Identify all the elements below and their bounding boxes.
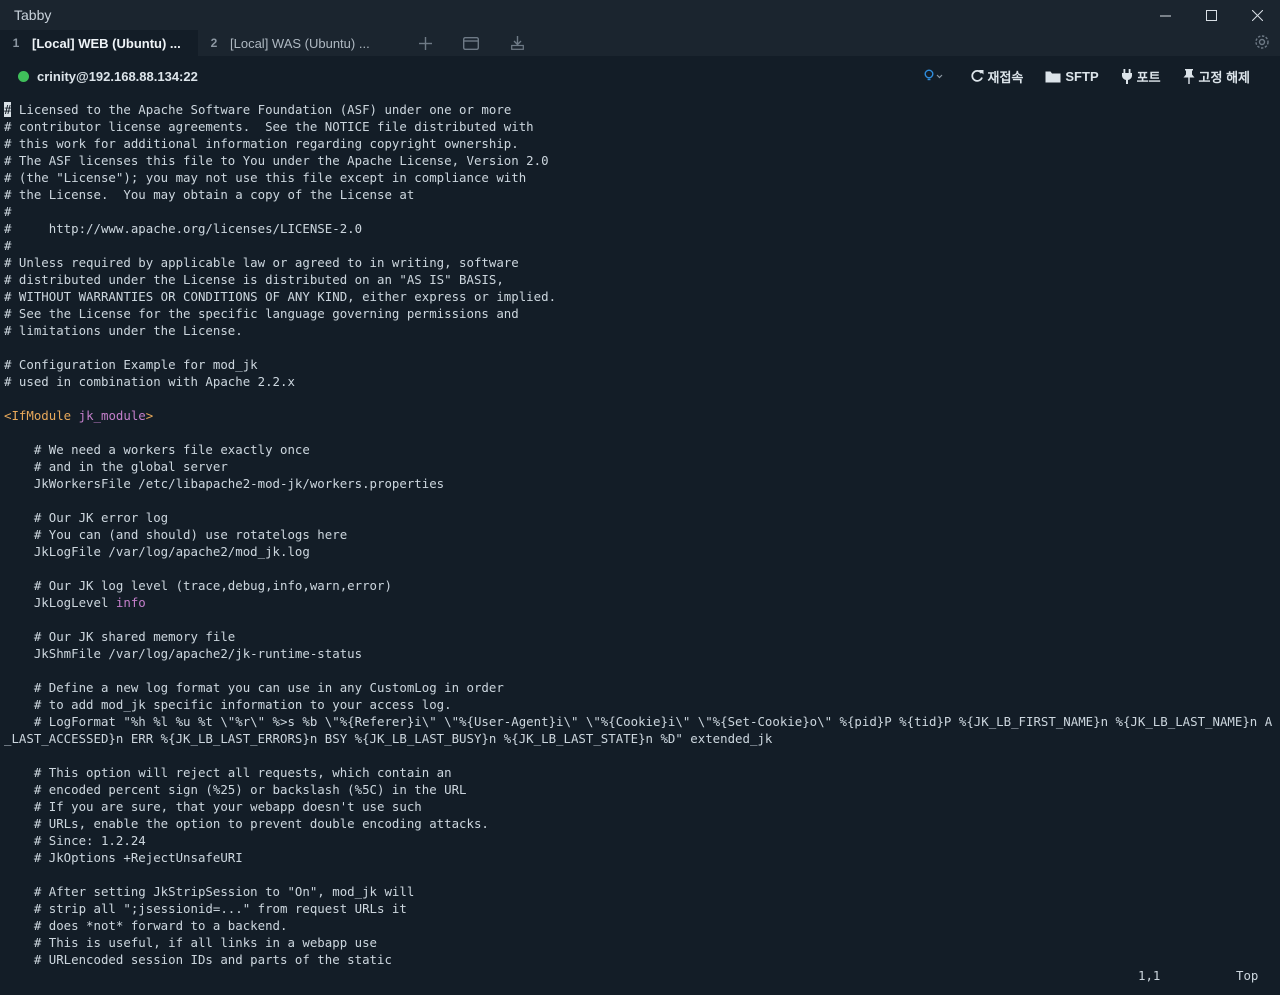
close-button[interactable] xyxy=(1234,0,1280,30)
terminal-line: # This is useful, if all links in a weba… xyxy=(4,935,377,950)
tab-web[interactable]: 1 [Local] WEB (Ubuntu) ... xyxy=(0,30,198,56)
terminal-line: # Our JK error log xyxy=(4,510,169,525)
terminal-line: # After setting JkStripSession to "On", … xyxy=(4,884,415,899)
terminal-line: # used in combination with Apache 2.2.x xyxy=(4,374,295,389)
terminal-line: # JkOptions +RejectUnsafeURI xyxy=(4,850,243,865)
update-button[interactable] xyxy=(494,30,540,56)
terminal-line: # This option will reject all requests, … xyxy=(4,765,452,780)
tab-tools xyxy=(402,30,540,56)
terminal-line: # You can (and should) use rotatelogs he… xyxy=(4,527,348,542)
maximize-button[interactable] xyxy=(1188,0,1234,30)
tab-bar: 1 [Local] WEB (Ubuntu) ... 2 [Local] WAS… xyxy=(0,30,1280,56)
app-title: Tabby xyxy=(14,7,52,23)
window-icon xyxy=(463,36,479,50)
cursor-position: 1,1 xyxy=(1138,968,1161,983)
refresh-icon xyxy=(970,69,983,82)
unpin-button[interactable]: 고정 해제 xyxy=(1183,67,1250,86)
terminal-line: # Licensed to the Apache Software Founda… xyxy=(4,102,512,117)
download-icon xyxy=(510,36,524,50)
ports-label: 포트 xyxy=(1136,69,1161,85)
sftp-label: SFTP xyxy=(1065,68,1099,84)
terminal-line: # Unless required by applicable law or a… xyxy=(4,255,519,270)
window-controls xyxy=(1142,0,1280,30)
tab-number: 1 xyxy=(12,36,20,50)
title-bar: Tabby xyxy=(0,0,1280,30)
folder-icon xyxy=(1045,71,1061,82)
unpin-label: 고정 해제 xyxy=(1198,69,1250,85)
hints-button[interactable] xyxy=(924,69,948,83)
terminal-line: # and in the global server xyxy=(4,459,228,474)
terminal-line: # The ASF licenses this file to You unde… xyxy=(4,153,549,168)
terminal-line: # xyxy=(4,238,12,253)
ports-button[interactable]: 포트 xyxy=(1121,67,1161,86)
plug-icon xyxy=(1121,68,1132,84)
terminal-line: # xyxy=(4,204,12,219)
close-icon xyxy=(1251,9,1263,21)
reconnect-button[interactable]: 재접속 xyxy=(970,67,1024,86)
terminal-line: JkLogLevel info xyxy=(4,595,146,610)
connection-status: crinity@192.168.88.134:22 xyxy=(18,69,198,84)
scroll-position: Top xyxy=(1236,968,1259,983)
terminal-line: # Our JK log level (trace,debug,info,war… xyxy=(4,578,392,593)
terminal-line: # contributor license agreements. See th… xyxy=(4,119,534,134)
vim-status-line: 1,1 Top xyxy=(0,966,1280,986)
tab-label: [Local] WAS (Ubuntu) ... xyxy=(230,35,370,51)
terminal-line: # (the "License"); you may not use this … xyxy=(4,170,527,185)
terminal-line: JkLogFile /var/log/apache2/mod_jk.log xyxy=(4,544,310,559)
terminal-line: # Our JK shared memory file xyxy=(4,629,236,644)
terminal-line: <IfModule jk_module> xyxy=(4,408,154,423)
session-actions: 재접속 SFTP 포트 고정 해제 xyxy=(902,56,1250,96)
session-toolbar: crinity@192.168.88.134:22 재접속 SFTP 포트 고정… xyxy=(0,56,1280,96)
terminal-line: # Configuration Example for mod_jk xyxy=(4,357,258,372)
terminal-output[interactable]: # Licensed to the Apache Software Founda… xyxy=(4,101,1272,991)
gear-icon xyxy=(1255,35,1269,49)
terminal-line: # limitations under the License. xyxy=(4,323,243,338)
terminal-line: # If you are sure, that your webapp does… xyxy=(4,799,422,814)
tab-label: [Local] WEB (Ubuntu) ... xyxy=(32,35,181,51)
terminal-line: # strip all ";jsessionid=..." from reque… xyxy=(4,901,407,916)
terminal-line: # to add mod_jk specific information to … xyxy=(4,697,452,712)
terminal-line: _LAST_ACCESSED}n ERR %{JK_LB_LAST_ERRORS… xyxy=(4,731,773,746)
new-tab-button[interactable] xyxy=(402,30,448,56)
reconnect-label: 재접속 xyxy=(987,69,1024,85)
terminal-line: # Define a new log format you can use in… xyxy=(4,680,504,695)
plus-icon xyxy=(418,36,432,50)
tab-was[interactable]: 2 [Local] WAS (Ubuntu) ... xyxy=(198,30,396,56)
profiles-button[interactable] xyxy=(448,30,494,56)
maximize-icon xyxy=(1205,9,1217,21)
terminal-line: # URLs, enable the option to prevent dou… xyxy=(4,816,489,831)
terminal-line: # this work for additional information r… xyxy=(4,136,519,151)
lightbulb-icon xyxy=(924,69,942,81)
terminal-line: # distributed under the License is distr… xyxy=(4,272,504,287)
terminal-line: JkWorkersFile /etc/libapache2-mod-jk/wor… xyxy=(4,476,445,491)
terminal-line: JkShmFile /var/log/apache2/jk-runtime-st… xyxy=(4,646,363,661)
terminal-line: # We need a workers file exactly once xyxy=(4,442,310,457)
minimize-button[interactable] xyxy=(1142,0,1188,30)
terminal-line: # does *not* forward to a backend. xyxy=(4,918,288,933)
terminal-line: # http://www.apache.org/licenses/LICENSE… xyxy=(4,221,363,236)
terminal-line: # the License. You may obtain a copy of … xyxy=(4,187,415,202)
terminal-line: # encoded percent sign (%25) or backslas… xyxy=(4,782,467,797)
pin-icon xyxy=(1183,68,1195,84)
status-dot xyxy=(18,70,29,82)
minimize-icon xyxy=(1159,15,1171,16)
terminal-line: # LogFormat "%h %l %u %t \"%r\" %>s %b \… xyxy=(4,714,1272,729)
terminal-line: # WITHOUT WARRANTIES OR CONDITIONS OF AN… xyxy=(4,289,557,304)
sftp-button[interactable]: SFTP xyxy=(1045,68,1099,84)
tab-number: 2 xyxy=(210,36,218,50)
connection-host: crinity@192.168.88.134:22 xyxy=(37,68,198,84)
terminal-line: # See the License for the specific langu… xyxy=(4,306,519,321)
terminal-line: # Since: 1.2.24 xyxy=(4,833,146,848)
settings-button[interactable] xyxy=(1254,34,1270,55)
terminal-cursor: # xyxy=(4,102,12,117)
